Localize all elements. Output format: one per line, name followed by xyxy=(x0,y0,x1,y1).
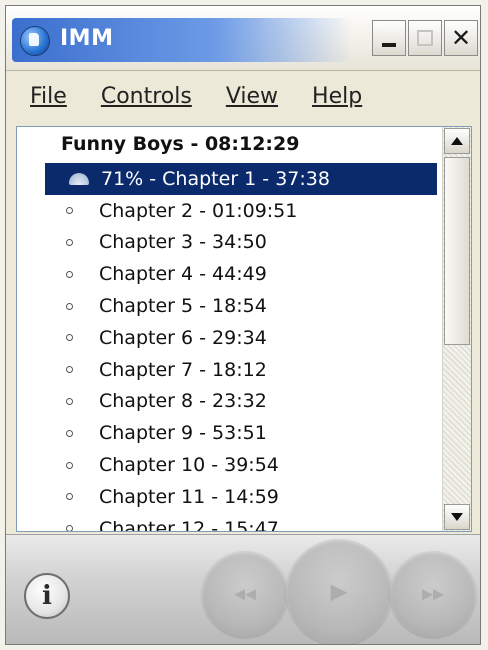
scroll-up-button[interactable] xyxy=(444,128,470,154)
play-button[interactable]: ▶ xyxy=(286,539,392,644)
play-icon: ▶ xyxy=(330,579,348,605)
chapter-rows: 71% - Chapter 1 - 37:38 Chapter 2 - 01:0… xyxy=(17,163,437,532)
maximize-icon xyxy=(417,30,433,46)
menu-controls-label: Controls xyxy=(100,83,192,109)
title-bar[interactable]: IMM ✕ xyxy=(6,6,480,71)
info-icon: i xyxy=(42,581,52,611)
app-logo-icon xyxy=(20,26,50,56)
book-title: Funny Boys - 08:12:29 xyxy=(61,133,300,155)
list-item-label: Chapter 6 - 29:34 xyxy=(99,326,267,349)
bullet-icon xyxy=(66,525,73,531)
bullet-icon xyxy=(66,302,73,310)
list-item-label: 71% - Chapter 1 - 37:38 xyxy=(101,167,330,190)
list-item[interactable]: Chapter 2 - 01:09:51 xyxy=(17,195,437,227)
list-item-label: Chapter 3 - 34:50 xyxy=(99,231,267,254)
list-item-label: Chapter 4 - 44:49 xyxy=(99,263,267,286)
menu-controls[interactable]: Controls xyxy=(97,82,196,111)
menu-bar: File Controls View Help xyxy=(6,72,480,120)
bullet-icon xyxy=(66,238,73,246)
next-button[interactable]: ▸▸ xyxy=(390,551,476,637)
bullet-icon xyxy=(66,397,73,405)
bullet-icon xyxy=(66,493,73,501)
list-item-label: Chapter 7 - 18:12 xyxy=(99,358,267,381)
close-icon: ✕ xyxy=(450,24,472,52)
maximize-button[interactable] xyxy=(408,20,442,56)
menu-view-label: View xyxy=(225,83,279,109)
info-button[interactable]: i xyxy=(24,573,70,619)
list-item-label: Chapter 12 - 15:47 xyxy=(99,517,279,532)
list-item[interactable]: Chapter 4 - 44:49 xyxy=(17,258,437,290)
scroll-down-button[interactable] xyxy=(444,504,470,530)
list-item[interactable]: Chapter 11 - 14:59 xyxy=(17,481,437,513)
list-item[interactable]: Chapter 7 - 18:12 xyxy=(17,354,437,386)
list-item-label: Chapter 5 - 18:54 xyxy=(99,295,267,318)
control-bar: i ◂◂ ▶ ▸▸ xyxy=(6,534,480,644)
arrow-up-icon xyxy=(451,137,463,145)
list-item[interactable]: Chapter 10 - 39:54 xyxy=(17,449,437,481)
list-item-label: Chapter 8 - 23:32 xyxy=(99,390,267,413)
bullet-icon xyxy=(66,366,73,374)
vertical-scrollbar[interactable] xyxy=(442,127,471,531)
bullet-icon xyxy=(66,461,73,469)
menu-view[interactable]: View xyxy=(222,82,282,111)
previous-icon: ◂◂ xyxy=(233,581,257,607)
window-title: IMM xyxy=(60,26,114,51)
close-button[interactable]: ✕ xyxy=(444,20,478,56)
list-item[interactable]: Chapter 8 - 23:32 xyxy=(17,386,437,418)
app-window: IMM ✕ File Controls View Help Funny Boys… xyxy=(5,5,481,645)
list-item[interactable]: Chapter 6 - 29:34 xyxy=(17,322,437,354)
list-item-label: Chapter 11 - 14:59 xyxy=(99,485,279,508)
previous-button[interactable]: ◂◂ xyxy=(202,551,288,637)
list-item[interactable]: Chapter 5 - 18:54 xyxy=(17,290,437,322)
list-item[interactable]: Chapter 3 - 34:50 xyxy=(17,227,437,259)
bullet-icon xyxy=(66,334,73,342)
bullet-icon xyxy=(66,270,73,278)
list-item-selected[interactable]: 71% - Chapter 1 - 37:38 xyxy=(45,163,437,195)
bullet-icon xyxy=(66,429,73,437)
list-item-label: Chapter 2 - 01:09:51 xyxy=(99,199,298,222)
menu-help[interactable]: Help xyxy=(308,82,366,111)
menu-file-label: File xyxy=(30,83,67,109)
bullet-icon xyxy=(66,207,73,215)
next-icon: ▸▸ xyxy=(421,581,445,607)
arrow-down-icon xyxy=(451,513,463,521)
scroll-thumb[interactable] xyxy=(444,157,470,345)
chapter-list[interactable]: Funny Boys - 08:12:29 71% - Chapter 1 - … xyxy=(16,126,472,532)
minimize-icon xyxy=(382,43,396,47)
minimize-button[interactable] xyxy=(372,20,406,56)
menu-help-label: Help xyxy=(312,83,363,109)
now-playing-icon xyxy=(69,172,89,185)
list-item[interactable]: Chapter 12 - 15:47 xyxy=(17,513,437,532)
list-item-label: Chapter 10 - 39:54 xyxy=(99,454,279,477)
menu-file[interactable]: File xyxy=(26,82,71,111)
list-item[interactable]: Chapter 9 - 53:51 xyxy=(17,417,437,449)
list-item-label: Chapter 9 - 53:51 xyxy=(99,422,267,445)
